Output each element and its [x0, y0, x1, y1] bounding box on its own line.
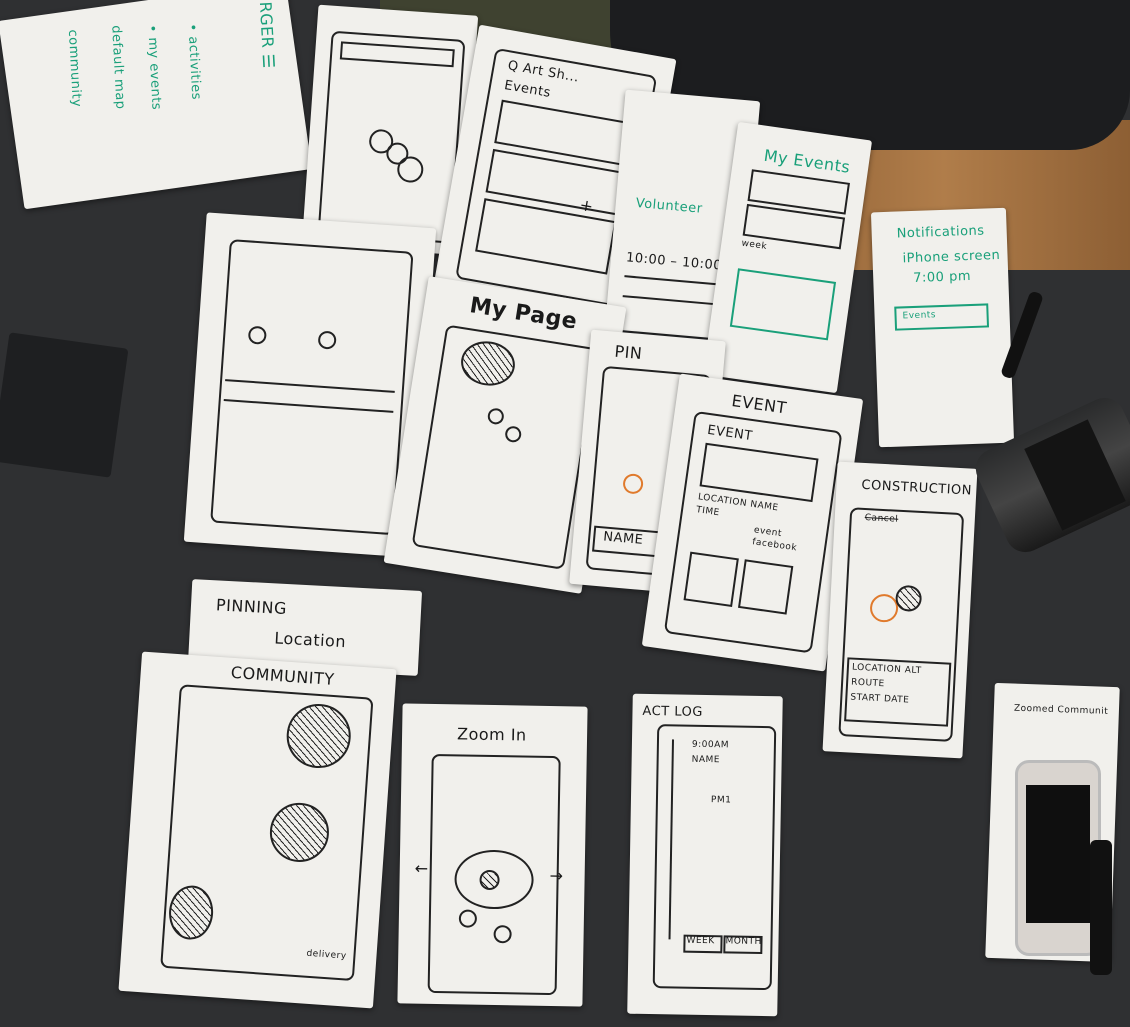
month-tab: MONTH — [725, 936, 762, 948]
time-label: 10:00 – 10:00 — [625, 250, 723, 274]
my-page-title: My Page — [467, 293, 579, 335]
zoomed-community-title: Zoomed Communit — [1013, 703, 1109, 717]
community-sketch: COMMUNITY delivery — [118, 651, 397, 1009]
week-tab: WEEK — [686, 935, 715, 947]
smartphone-screen — [1026, 785, 1090, 923]
zoom-in-sketch: Zoom In ← → — [397, 703, 588, 1007]
construction-sub: Cancel — [864, 513, 899, 525]
act-log-sketch: ACT LOG 9:00AM NAME PM1 WEEK MONTH — [627, 693, 783, 1017]
divider — [624, 275, 725, 286]
event-thumb — [683, 551, 739, 607]
arrow-right-icon: → — [549, 866, 564, 886]
volunteer-label: Volunteer — [635, 195, 704, 217]
construction-title: CONSTRUCTION — [861, 477, 973, 499]
burger-line-3: default map — [108, 24, 128, 110]
event-title: EVENT — [730, 391, 788, 418]
tabletop-scene: BURGER ☰ • activities • my events defaul… — [0, 0, 1130, 1027]
act-entry-2: PM1 — [710, 795, 732, 806]
week-label: week — [740, 238, 768, 252]
eraser — [0, 332, 129, 478]
burger-line-1: • activities — [184, 23, 204, 101]
notifications-title: Notifications — [896, 223, 985, 242]
pinning-line-1: Location — [273, 628, 347, 652]
construction-detail-1: ROUTE — [850, 677, 885, 690]
burger-menu-note: BURGER ☰ • activities • my events defaul… — [0, 0, 312, 210]
events-select-label: Events — [902, 310, 937, 322]
zoom-in-title: Zoom In — [456, 724, 527, 745]
notifications-sketch: Notifications iPhone screen 7:00 pm Even… — [870, 207, 1015, 448]
community-title: COMMUNITY — [230, 662, 336, 689]
notification-time: 7:00 pm — [913, 268, 972, 286]
burger-line-4: community — [64, 29, 84, 108]
act-log-title: ACT LOG — [642, 703, 704, 720]
iphone-screen-label: iPhone screen — [902, 247, 1001, 267]
act-entry-1: NAME — [691, 754, 721, 766]
pinning-line-0: PINNING — [215, 595, 288, 619]
pin-title: PIN — [613, 341, 644, 364]
arrow-left-icon: ← — [414, 858, 429, 878]
burger-line-2: • my events — [144, 24, 164, 111]
construction-sketch: CONSTRUCTION Cancel LOCATION ALT ROUTE S… — [822, 461, 978, 759]
event-thumb — [737, 559, 794, 615]
burger-line-0: BURGER ☰ — [254, 0, 279, 70]
divider — [622, 295, 723, 306]
smartphone — [1015, 760, 1101, 956]
highlighted-card — [729, 268, 837, 341]
act-entry-0: 9:00AM — [691, 739, 730, 751]
marker-pen — [1090, 840, 1112, 975]
